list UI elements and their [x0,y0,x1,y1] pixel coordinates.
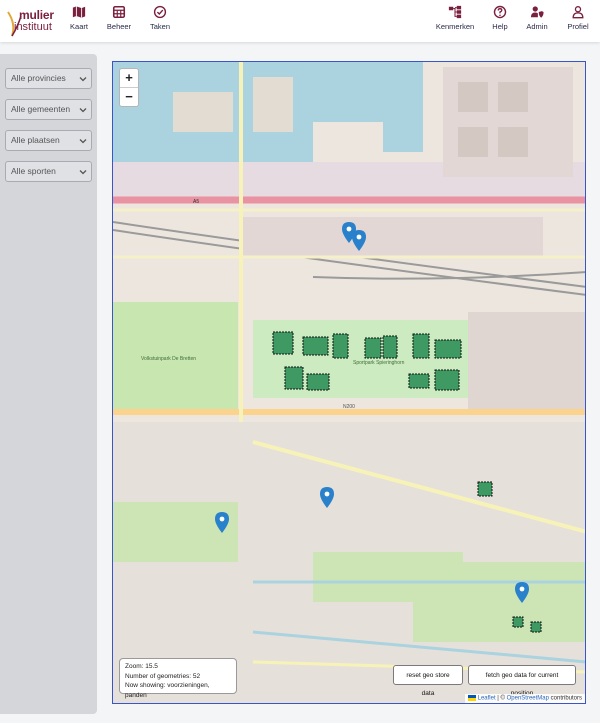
municipality-select[interactable]: Alle gemeenten [5,99,92,120]
nav-kenmerken-label: Kenmerken [435,22,475,31]
nav-taken-label: Taken [149,22,170,31]
geometry-shape [477,481,493,497]
place-select[interactable]: Alle plaatsen [5,130,92,151]
nav-help-label: Help [492,22,508,31]
sport-field [412,333,430,359]
building-block [458,82,488,112]
geometry-shape [512,616,524,628]
chevron-down-icon [79,108,87,113]
nav-kaart[interactable]: Kaart [68,5,90,37]
map-attribution: Leaflet | © OpenStreetMap contributors [464,694,585,703]
place-select-value: Alle plaatsen [11,135,60,145]
sport-field [306,373,330,391]
nav-admin[interactable]: Admin [526,5,548,37]
map-container[interactable]: Volkstuinpark De Bretten Sportpark Spier… [112,61,586,704]
nav-beheer-label: Beheer [106,22,132,31]
sport-field [434,339,462,359]
zoom-out-button[interactable]: − [120,88,138,106]
sport-field [302,336,329,356]
park-label: Volkstuinpark De Bretten [141,356,196,362]
sport-select[interactable]: Alle sporten [5,161,92,182]
nav-profiel-label: Profiel [567,22,589,31]
nav-profiel[interactable]: Profiel [567,5,589,37]
province-select[interactable]: Alle provincies [5,68,92,89]
sport-park-label: Sportpark Spieringhorn [353,360,405,366]
nav-kaart-label: Kaart [70,22,88,31]
building-block [498,127,528,157]
top-navbar: mulier instituut Kaart Beheer Taken Kenm… [0,0,600,42]
chevron-down-icon [79,170,87,175]
sport-select-value: Alle sporten [11,166,56,176]
check-circle-icon [153,5,167,19]
brand-line1: mulier [19,8,54,22]
leaflet-link[interactable]: Leaflet [478,696,496,702]
pier-block [253,77,293,132]
sport-field [332,333,349,359]
zoom-in-button[interactable]: + [120,69,138,88]
sport-field [284,366,304,390]
osm-link[interactable]: OpenStreetMap [507,696,549,702]
sport-field [434,369,460,391]
brand-logo[interactable]: mulier instituut [6,6,64,38]
building-block [498,82,528,112]
map-info-box: Zoom: 15.5 Number of geometries: 52 Now … [119,658,237,699]
filter-sidebar: Alle provincies Alle gemeenten Alle plaa… [0,54,97,714]
map-tiles[interactable]: Volkstuinpark De Bretten Sportpark Spier… [113,62,586,704]
attribution-separator: | © [495,696,507,702]
sport-field [272,331,294,355]
road-a5-label: A5 [193,199,199,205]
user-shield-icon [530,6,544,18]
user-icon [572,6,584,19]
nav-admin-label: Admin [526,22,548,31]
nav-kenmerken[interactable]: Kenmerken [435,5,475,37]
sport-field [382,335,398,359]
sitemap-icon [448,5,462,19]
industrial-area [243,217,543,257]
nav-taken[interactable]: Taken [148,5,172,37]
question-circle-icon [493,5,507,19]
fetch-geo-data-button[interactable]: fetch geo data for current position [468,665,576,697]
chevron-down-icon [79,139,87,144]
chevron-down-icon [79,77,87,82]
green-area [113,502,238,562]
green-area [413,562,585,642]
sport-field [408,373,430,389]
nav-beheer[interactable]: Beheer [106,5,132,37]
road-n200-label: N200 [343,404,355,410]
brand-line2: instituut [14,21,52,33]
pier-block [173,92,233,132]
geometry-shape [530,621,542,633]
attribution-contributors: contributors [548,696,582,702]
industrial-area [468,312,585,412]
map-icon [72,6,86,18]
sport-field [364,337,382,359]
municipality-select-value: Alle gemeenten [11,104,71,114]
geometry-count-text: Number of geometries: 52 [125,672,201,680]
province-select-value: Alle provincies [11,73,66,83]
nav-help[interactable]: Help [491,5,509,37]
zoom-control: + − [119,68,139,107]
building-block [458,127,488,157]
zoom-level-text: Zoom: 15.5 [125,663,158,670]
grid-icon [112,5,126,19]
reset-geo-store-button[interactable]: reset geo store data [393,665,463,697]
flag-icon [467,695,476,702]
now-showing-text: Now showing: voorzieningen, panden [125,682,210,699]
